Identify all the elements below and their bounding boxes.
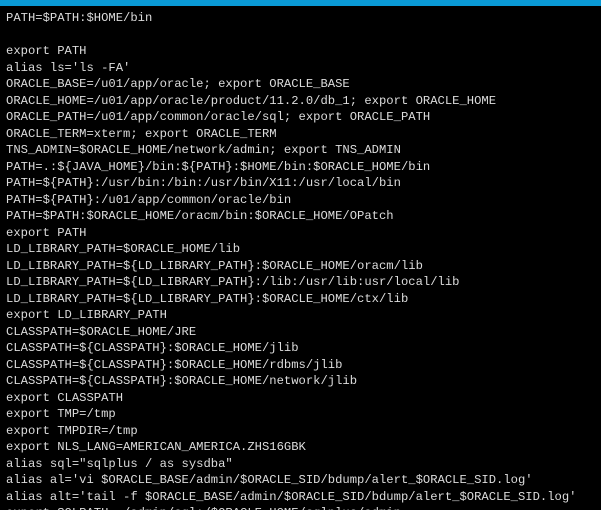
terminal-line: export TMP=/tmp [6,406,595,423]
terminal-line: PATH=${PATH}:/usr/bin:/bin:/usr/bin/X11:… [6,175,595,192]
terminal-line: export PATH [6,43,595,60]
terminal-window: PATH=$PATH:$HOME/binexport PATHalias ls=… [0,0,601,510]
terminal-line: PATH=$PATH:$ORACLE_HOME/oracm/bin:$ORACL… [6,208,595,225]
terminal-line: alias alt='tail -f $ORACLE_BASE/admin/$O… [6,489,595,506]
terminal-line: CLASSPATH=$ORACLE_HOME/JRE [6,324,595,341]
terminal-body[interactable]: PATH=$PATH:$HOME/binexport PATHalias ls=… [0,6,601,510]
terminal-line: PATH=${PATH}:/u01/app/common/oracle/bin [6,192,595,209]
terminal-line: LD_LIBRARY_PATH=$ORACLE_HOME/lib [6,241,595,258]
terminal-line: export SQLPATH=~/admin/sql:/$ORACLE_HOME… [6,505,595,510]
terminal-line: CLASSPATH=${CLASSPATH}:$ORACLE_HOME/netw… [6,373,595,390]
terminal-line: PATH=.:${JAVA_HOME}/bin:${PATH}:$HOME/bi… [6,159,595,176]
terminal-line: export PATH [6,225,595,242]
terminal-line: alias sql="sqlplus / as sysdba" [6,456,595,473]
terminal-line: CLASSPATH=${CLASSPATH}:$ORACLE_HOME/rdbm… [6,357,595,374]
terminal-line: ORACLE_PATH=/u01/app/common/oracle/sql; … [6,109,595,126]
terminal-line: export CLASSPATH [6,390,595,407]
terminal-line: ORACLE_BASE=/u01/app/oracle; export ORAC… [6,76,595,93]
terminal-line: ORACLE_HOME=/u01/app/oracle/product/11.2… [6,93,595,110]
terminal-line: LD_LIBRARY_PATH=${LD_LIBRARY_PATH}:/lib:… [6,274,595,291]
terminal-line: CLASSPATH=${CLASSPATH}:$ORACLE_HOME/jlib [6,340,595,357]
terminal-line: LD_LIBRARY_PATH=${LD_LIBRARY_PATH}:$ORAC… [6,291,595,308]
terminal-line: export NLS_LANG=AMERICAN_AMERICA.ZHS16GB… [6,439,595,456]
terminal-line: TNS_ADMIN=$ORACLE_HOME/network/admin; ex… [6,142,595,159]
terminal-line: alias ls='ls -FA' [6,60,595,77]
terminal-line: PATH=$PATH:$HOME/bin [6,10,595,27]
terminal-line: alias al='vi $ORACLE_BASE/admin/$ORACLE_… [6,472,595,489]
terminal-line: LD_LIBRARY_PATH=${LD_LIBRARY_PATH}:$ORAC… [6,258,595,275]
terminal-line [6,27,595,44]
terminal-line: export TMPDIR=/tmp [6,423,595,440]
terminal-line: ORACLE_TERM=xterm; export ORACLE_TERM [6,126,595,143]
terminal-line: export LD_LIBRARY_PATH [6,307,595,324]
